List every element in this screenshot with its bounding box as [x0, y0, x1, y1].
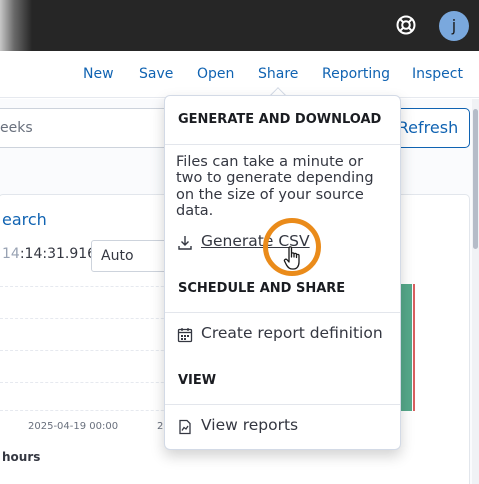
interval-value: Auto	[101, 248, 134, 264]
user-avatar[interactable]: j	[439, 11, 469, 41]
schedule-section-title: SCHEDULE AND SHARE	[178, 281, 346, 296]
popover-divider	[165, 404, 400, 405]
scrollbar-thumb[interactable]	[473, 109, 478, 249]
open-button[interactable]: Open	[197, 66, 234, 82]
app-menu-bar: New Save Open Share Reporting Inspect	[0, 51, 479, 98]
popover-divider	[165, 312, 400, 313]
saved-search-link[interactable]: earch	[2, 210, 47, 229]
pointer-hand-icon	[283, 245, 309, 271]
time-range-text: eeks	[0, 120, 33, 136]
lifebuoy-icon[interactable]	[395, 14, 417, 36]
report-icon	[177, 419, 193, 435]
generate-description: Files can take a minute or two to genera…	[176, 154, 374, 219]
create-report-definition-button[interactable]: Create report definition	[165, 322, 400, 348]
time-range-rest: :14:31.916	[19, 246, 97, 262]
time-range-field[interactable]: eeks	[0, 108, 168, 148]
time-range-prefix: 14	[2, 246, 20, 262]
reporting-button[interactable]: Reporting	[322, 66, 390, 82]
histogram-bar-marker	[413, 284, 415, 411]
download-icon	[177, 235, 193, 251]
histogram-bar[interactable]	[400, 284, 412, 411]
interval-select[interactable]: Auto	[91, 240, 171, 272]
x-axis-label: hours	[2, 450, 41, 464]
create-report-definition-label: Create report definition	[201, 324, 383, 342]
share-button[interactable]: Share	[258, 66, 298, 82]
inspect-button[interactable]: Inspect	[412, 66, 463, 82]
popover-divider	[165, 144, 400, 145]
top-header-bar: j	[0, 0, 479, 51]
x-axis-tick: 2	[157, 421, 164, 432]
generate-section-title: GENERATE AND DOWNLOAD	[178, 112, 382, 127]
calendar-icon	[177, 327, 193, 343]
view-section-title: VIEW	[178, 373, 217, 388]
time-range-value: 14:14:31.916	[2, 246, 96, 262]
save-button[interactable]: Save	[139, 66, 173, 82]
page-scrollbar[interactable]	[472, 99, 479, 484]
view-reports-label: View reports	[201, 416, 299, 434]
new-button[interactable]: New	[83, 66, 114, 82]
view-reports-button[interactable]: View reports	[165, 414, 400, 440]
app-window: j New Save Open Share Reporting Inspect …	[0, 0, 479, 484]
x-axis-tick: 2025-04-19 00:00	[28, 421, 119, 432]
